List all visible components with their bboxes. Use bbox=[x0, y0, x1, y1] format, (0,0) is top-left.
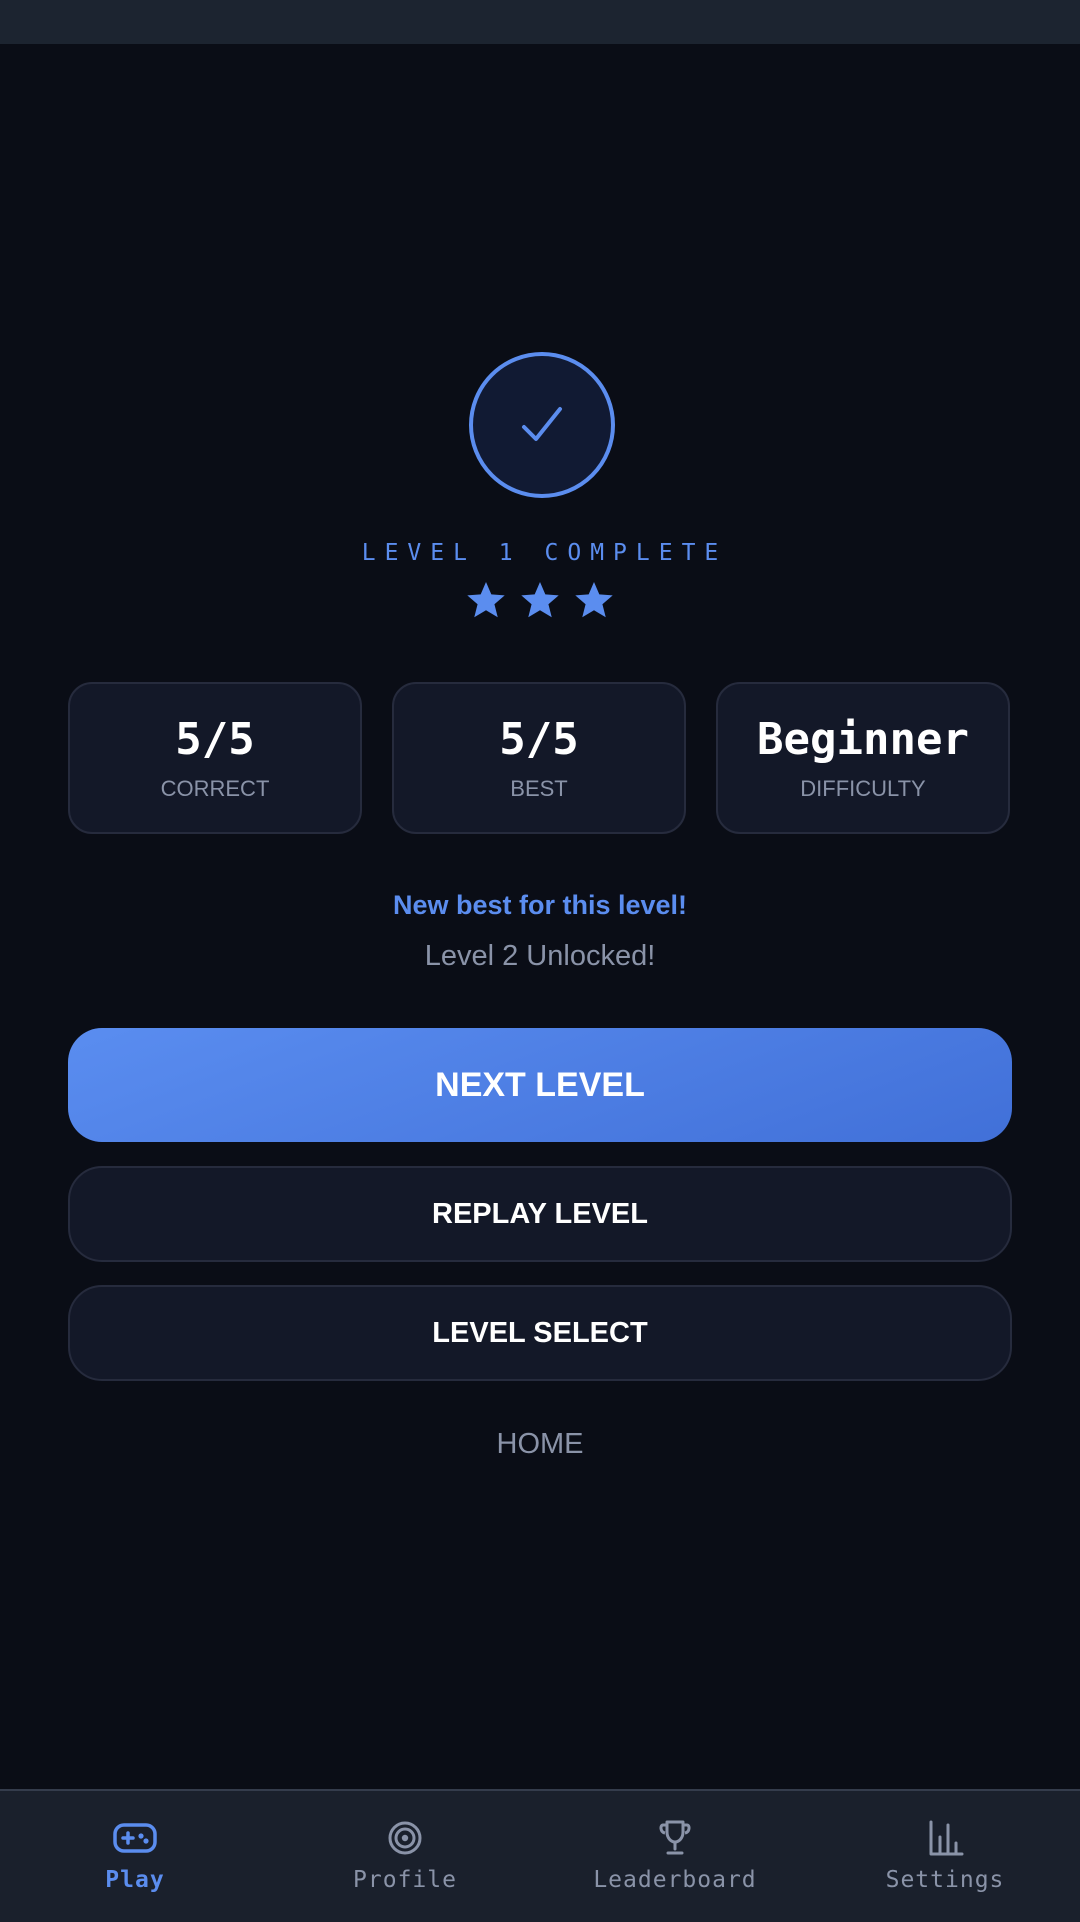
unlock-message: Level 2 Unlocked! bbox=[424, 940, 656, 972]
nav-item-settings[interactable]: Settings bbox=[810, 1791, 1080, 1922]
star-icon bbox=[521, 582, 559, 618]
level-select-button[interactable]: LEVEL SELECT bbox=[68, 1285, 1012, 1381]
stat-card-best: 5/5 BEST bbox=[392, 682, 686, 834]
trophy-icon bbox=[652, 1815, 698, 1861]
star-icon bbox=[575, 582, 613, 618]
bottom-nav: Play Profile Leaderboard Settings bbox=[0, 1789, 1080, 1922]
star-rating bbox=[0, 578, 1080, 622]
stat-value: Beginner bbox=[757, 714, 969, 765]
star-icon bbox=[467, 582, 505, 618]
gamepad-icon bbox=[112, 1815, 158, 1861]
success-badge bbox=[469, 352, 615, 498]
target-icon bbox=[382, 1815, 428, 1861]
status-bar bbox=[0, 0, 1080, 44]
level-complete-screen: LEVEL 1 COMPLETE 5/5 CORRECT 5/5 BEST Be… bbox=[0, 44, 1080, 1789]
stat-card-difficulty: Beginner DIFFICULTY bbox=[716, 682, 1010, 834]
next-level-button[interactable]: NEXT LEVEL bbox=[68, 1028, 1012, 1142]
nav-item-profile[interactable]: Profile bbox=[270, 1791, 540, 1922]
nav-label: Profile bbox=[353, 1867, 457, 1893]
stat-card-correct: 5/5 CORRECT bbox=[68, 682, 362, 834]
new-best-message: New best for this level! bbox=[392, 890, 688, 920]
stat-value: 5/5 bbox=[499, 714, 579, 765]
replay-level-button[interactable]: REPLAY LEVEL bbox=[68, 1166, 1012, 1262]
stat-label: DIFFICULTY bbox=[800, 776, 926, 801]
checkmark-icon bbox=[522, 407, 562, 441]
nav-label: Play bbox=[105, 1867, 165, 1893]
home-link[interactable]: HOME bbox=[440, 1420, 640, 1468]
stat-label: BEST bbox=[510, 776, 568, 801]
level-complete-title: LEVEL 1 COMPLETE bbox=[361, 540, 728, 566]
nav-label: Leaderboard bbox=[593, 1867, 757, 1893]
nav-label: Settings bbox=[885, 1867, 1005, 1893]
stat-value: 5/5 bbox=[175, 714, 255, 765]
bar-chart-icon bbox=[922, 1815, 968, 1861]
nav-item-play[interactable]: Play bbox=[0, 1791, 270, 1922]
nav-item-leaderboard[interactable]: Leaderboard bbox=[540, 1791, 810, 1922]
stat-label: CORRECT bbox=[160, 776, 270, 801]
